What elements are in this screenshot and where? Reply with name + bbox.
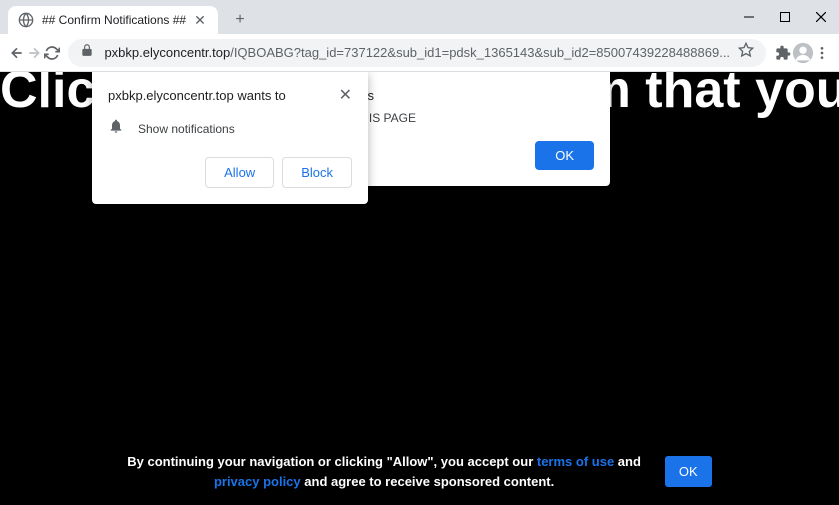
- permission-dialog: pxbkp.elyconcentr.top wants to ✕ Show no…: [92, 72, 368, 204]
- close-tab-icon[interactable]: ✕: [192, 12, 208, 28]
- close-window-button[interactable]: [803, 3, 839, 31]
- extensions-icon[interactable]: [774, 39, 791, 67]
- permission-text: Show notifications: [138, 122, 235, 136]
- terms-link[interactable]: terms of use: [537, 454, 614, 469]
- forward-button[interactable]: [25, 39, 42, 67]
- globe-icon: [18, 12, 34, 28]
- permission-title: pxbkp.elyconcentr.top wants to: [108, 88, 286, 103]
- new-tab-button[interactable]: +: [226, 6, 254, 34]
- reload-button[interactable]: [43, 39, 60, 67]
- permission-close-icon[interactable]: ✕: [339, 88, 352, 104]
- lock-icon: [80, 43, 96, 62]
- menu-dots-icon[interactable]: [814, 39, 831, 67]
- maximize-button[interactable]: [767, 3, 803, 31]
- tab-title: ## Confirm Notifications ##: [42, 13, 192, 27]
- privacy-link[interactable]: privacy policy: [214, 474, 301, 489]
- bell-icon: [108, 118, 124, 139]
- back-button[interactable]: [8, 39, 25, 67]
- url-text: pxbkp.elyconcentr.top/IQBOABG?tag_id=737…: [104, 45, 730, 60]
- address-bar[interactable]: pxbkp.elyconcentr.top/IQBOABG?tag_id=737…: [68, 39, 766, 67]
- window-controls: [731, 0, 839, 34]
- cookie-ok-button[interactable]: OK: [665, 456, 712, 487]
- browser-tab[interactable]: ## Confirm Notifications ## ✕: [8, 6, 218, 34]
- minimize-button[interactable]: [731, 3, 767, 31]
- toolbar: pxbkp.elyconcentr.top/IQBOABG?tag_id=737…: [0, 34, 839, 72]
- page-content: Click « Allow » to confirm that you are …: [0, 72, 839, 505]
- cookie-text: By continuing your navigation or clickin…: [127, 452, 641, 491]
- block-button[interactable]: Block: [282, 157, 352, 188]
- bookmark-star-icon[interactable]: [738, 42, 754, 63]
- alert-ok-button[interactable]: OK: [535, 141, 594, 170]
- cookie-banner: By continuing your navigation or clickin…: [0, 452, 839, 491]
- profile-icon[interactable]: [792, 39, 814, 67]
- allow-button[interactable]: Allow: [205, 157, 274, 188]
- title-bar: ## Confirm Notifications ## ✕ +: [0, 0, 839, 34]
